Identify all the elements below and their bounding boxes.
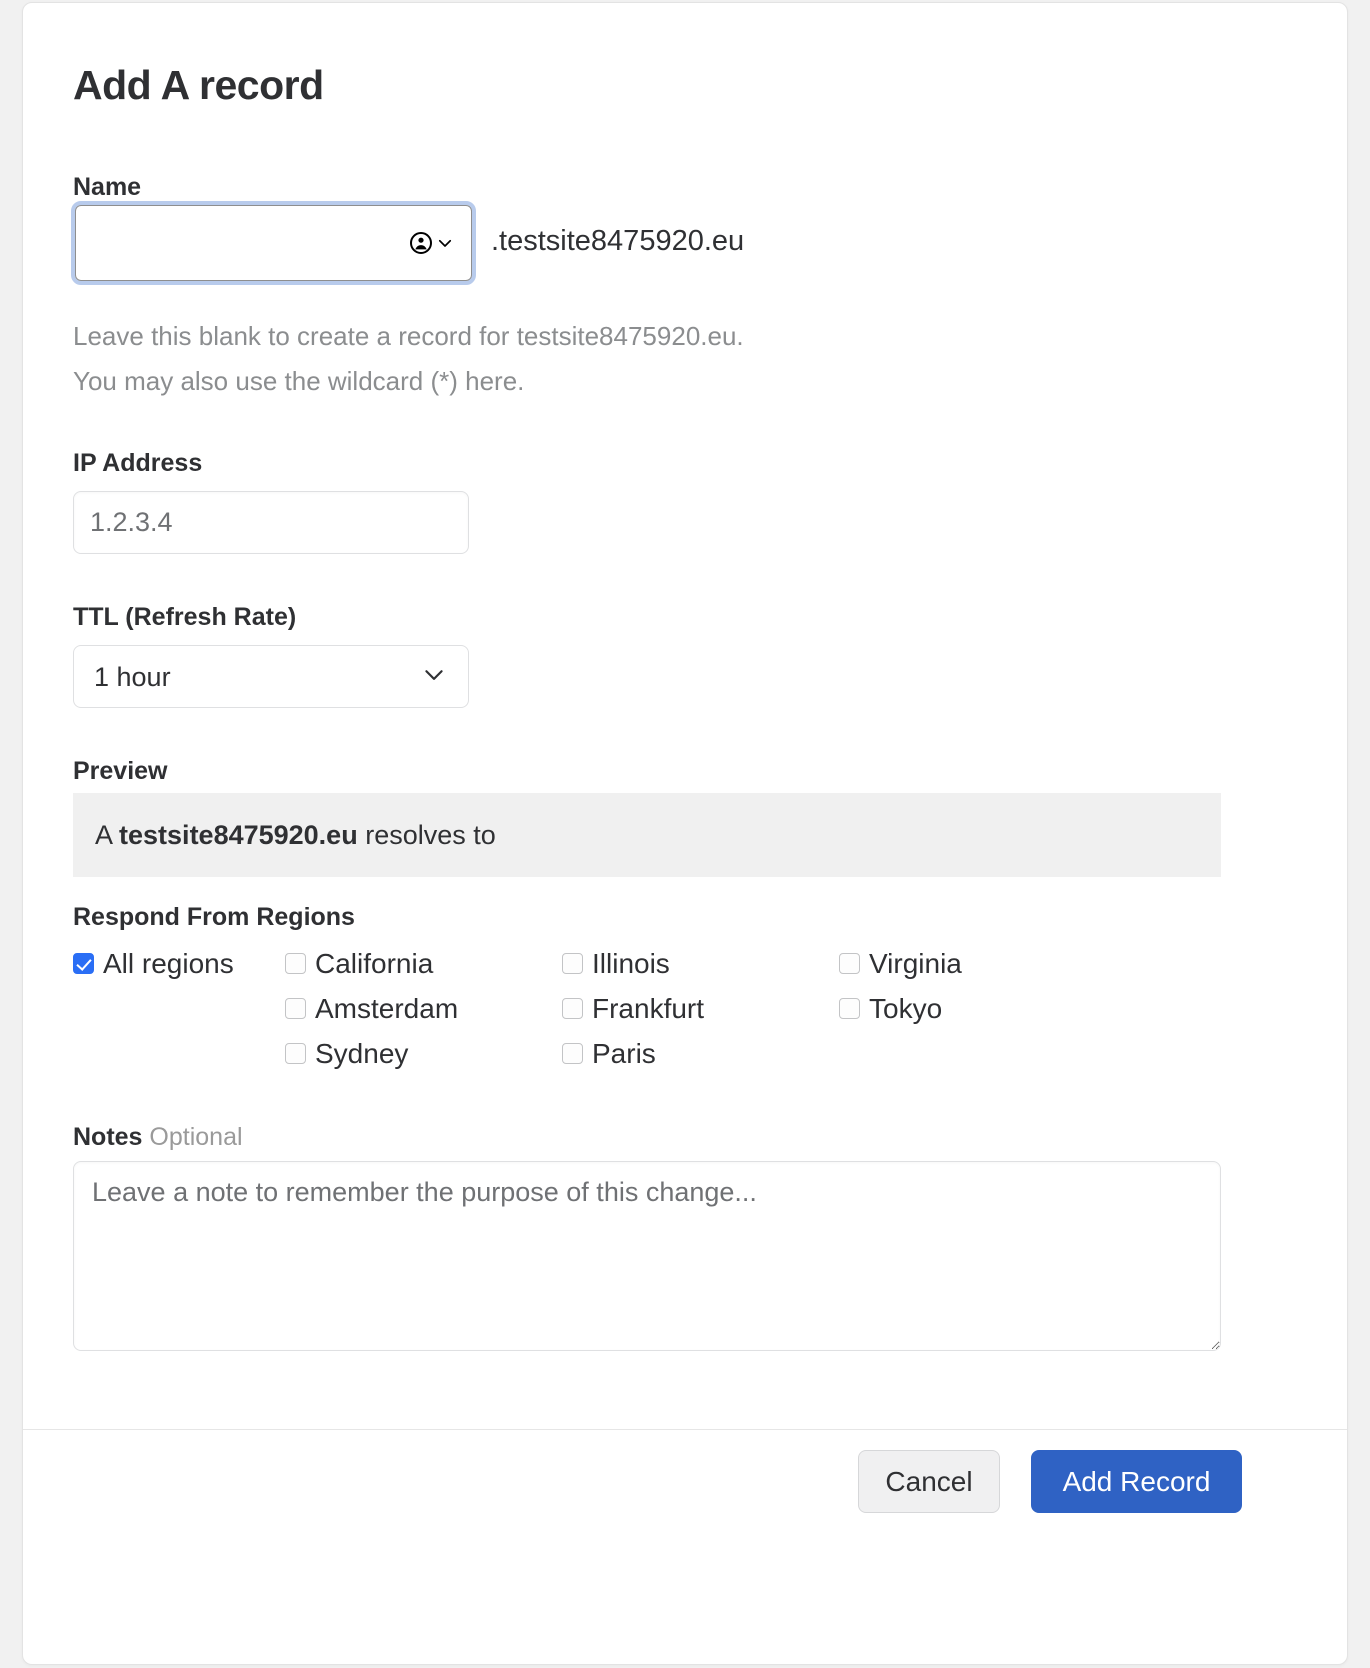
region-label: Frankfurt (592, 992, 705, 1024)
name-input-wrapper[interactable] (71, 201, 476, 285)
checkbox-icon[interactable] (285, 1043, 306, 1064)
region-cell: Virginia (839, 941, 1073, 986)
region-cell: Illinois (562, 941, 839, 986)
region-checkbox-california[interactable]: California (285, 941, 562, 986)
region-label: Amsterdam (315, 992, 459, 1024)
region-checkbox-virginia[interactable]: Virginia (839, 941, 1073, 986)
chevron-down-icon (438, 239, 452, 247)
region-cell: Paris (562, 1031, 839, 1076)
checkbox-icon[interactable] (839, 953, 860, 974)
ttl-select[interactable]: 1 hour (73, 645, 469, 708)
preview-suffix: resolves to (357, 819, 496, 850)
preview-text: A testsite8475920.eu resolves to (95, 819, 496, 850)
region-checkbox-paris[interactable]: Paris (562, 1031, 839, 1076)
regions-grid: All regions California Illinois Virginia… (73, 941, 1073, 1076)
region-label: Tokyo (869, 992, 943, 1024)
region-row: All regions California Illinois Virginia (73, 941, 1073, 986)
checkbox-icon[interactable] (562, 998, 583, 1019)
cancel-button[interactable]: Cancel (858, 1450, 1000, 1513)
region-checkbox-all-regions[interactable]: All regions (73, 941, 285, 986)
region-label: Sydney (315, 1037, 409, 1069)
preview-box: A testsite8475920.eu resolves to (73, 793, 1221, 877)
region-label: Paris (592, 1037, 656, 1069)
region-cell: California (285, 941, 562, 986)
region-label: Virginia (869, 947, 962, 979)
preview-domain: testsite8475920.eu (119, 819, 358, 850)
page-background: Add A record Name .testsite8475920.eu Le… (0, 0, 1370, 1668)
region-checkbox-sydney[interactable]: Sydney (285, 1031, 562, 1076)
region-cell: Tokyo (839, 986, 1073, 1031)
ttl-label: TTL (Refresh Rate) (73, 603, 297, 631)
region-checkbox-illinois[interactable]: Illinois (562, 941, 839, 986)
preview-prefix: A (95, 819, 120, 850)
ip-address-label: IP Address (73, 449, 203, 477)
name-helper-line-2: You may also use the wildcard (*) here. (73, 366, 525, 396)
page-title: Add A record (73, 62, 324, 108)
add-record-button[interactable]: Add Record (1031, 1450, 1242, 1513)
region-cell: Frankfurt (562, 986, 839, 1031)
add-record-dialog: Add A record Name .testsite8475920.eu Le… (22, 2, 1348, 1665)
notes-label: Notes Optional (73, 1125, 243, 1150)
notes-textarea[interactable] (73, 1161, 1221, 1351)
ttl-select-wrapper[interactable]: 1 hour (73, 645, 469, 708)
name-helper-line-1: Leave this blank to create a record for … (73, 321, 744, 351)
checkbox-icon[interactable] (562, 953, 583, 974)
region-checkbox-tokyo[interactable]: Tokyo (839, 986, 1073, 1031)
person-autofill-icon[interactable] (409, 231, 454, 255)
respond-from-regions-label: Respond From Regions (73, 903, 355, 931)
region-row: Amsterdam Frankfurt Tokyo (73, 986, 1073, 1031)
preview-label: Preview (73, 757, 168, 785)
name-label: Name (73, 173, 142, 201)
region-label: All regions (103, 947, 234, 979)
checkbox-icon[interactable] (285, 998, 306, 1019)
notes-optional-text: Optional (149, 1123, 243, 1151)
region-row: Sydney Paris (73, 1031, 1073, 1076)
ip-address-input[interactable] (73, 491, 469, 554)
region-checkbox-amsterdam[interactable]: Amsterdam (285, 986, 562, 1031)
domain-suffix: .testsite8475920.eu (491, 225, 745, 257)
checkbox-icon[interactable] (73, 953, 94, 974)
checkbox-icon[interactable] (285, 953, 306, 974)
notes-label-text: Notes (73, 1123, 143, 1151)
checkbox-icon[interactable] (562, 1043, 583, 1064)
region-label: Illinois (592, 947, 670, 979)
region-cell: Sydney (285, 1031, 562, 1076)
region-checkbox-frankfurt[interactable]: Frankfurt (562, 986, 839, 1031)
footer-divider (23, 1429, 1347, 1430)
region-cell: All regions (73, 941, 285, 986)
checkbox-icon[interactable] (839, 998, 860, 1019)
region-label: California (315, 947, 434, 979)
region-cell: Amsterdam (285, 986, 562, 1031)
dialog-footer: Cancel Add Record (73, 1450, 1242, 1513)
